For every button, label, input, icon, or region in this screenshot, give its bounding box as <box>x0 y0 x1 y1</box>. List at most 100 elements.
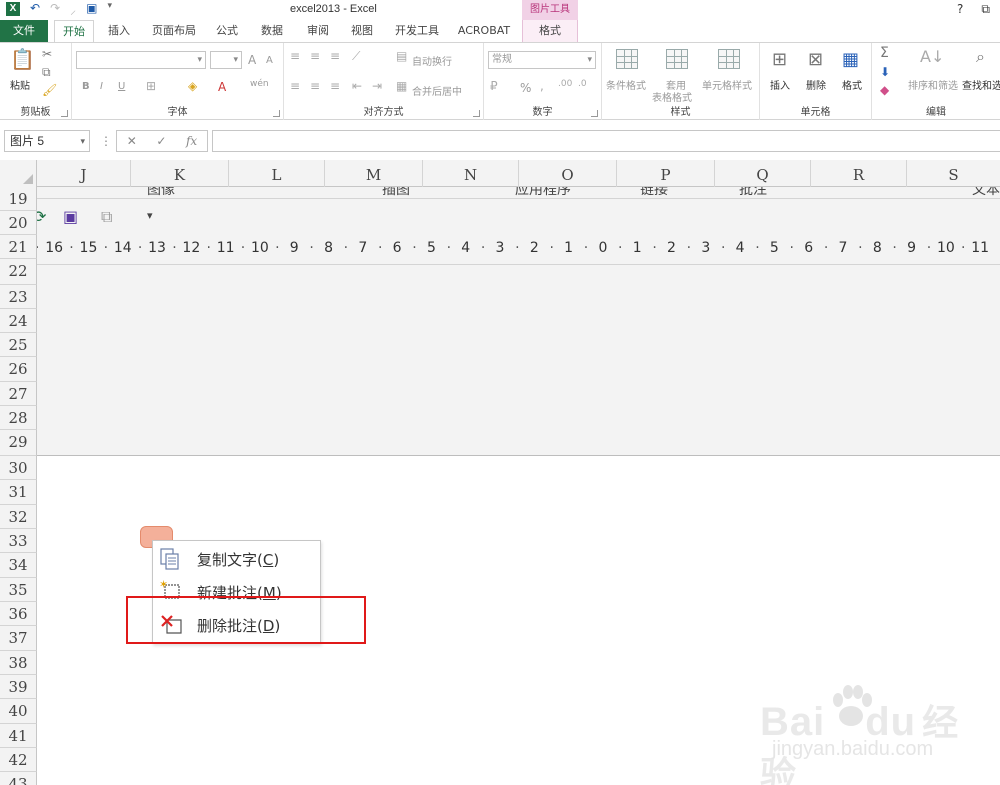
font-size-combo[interactable] <box>210 51 242 69</box>
clear-icon[interactable]: ◆ <box>880 83 889 97</box>
orientation-icon[interactable]: ⟋ <box>352 49 360 64</box>
embedded-picture[interactable]: 图像 插图 应用程序 链接 批注 文本 ⟳ ▣ ⧉ ▾ 161514131211… <box>37 187 1000 456</box>
column-header-n[interactable]: N <box>423 160 519 187</box>
row-header-20[interactable]: 20 <box>0 211 37 235</box>
row-header-43[interactable]: 43 <box>0 772 37 785</box>
underline-button[interactable]: U <box>118 81 125 92</box>
redo-icon[interactable]: ↷ <box>50 1 60 18</box>
row-header-39[interactable]: 39 <box>0 675 37 699</box>
formula-input[interactable] <box>212 130 1000 152</box>
merge-center-button[interactable]: 合并后居中 <box>412 83 462 98</box>
sort-filter-icon[interactable]: A↓ <box>920 47 944 66</box>
grow-font-button[interactable]: A <box>248 53 256 67</box>
tab-view[interactable]: 视图 <box>342 20 382 42</box>
sort-filter-button[interactable]: 排序和筛选 <box>908 77 958 92</box>
border-icon[interactable]: ⊞ <box>146 79 156 93</box>
phonetic-button[interactable]: wén <box>250 79 269 89</box>
row-header-32[interactable]: 32 <box>0 505 37 529</box>
tab-home[interactable]: 开始 <box>54 20 94 42</box>
row-header-40[interactable]: 40 <box>0 699 37 724</box>
insert-cells-button[interactable]: 插入 <box>770 77 790 92</box>
name-box-dropdown-icon[interactable]: ▾ <box>80 131 85 151</box>
increase-decimal-icon[interactable]: .00 <box>558 79 572 89</box>
align-center-icon[interactable]: ≡ <box>310 79 320 93</box>
tab-file[interactable]: 文件 <box>0 20 48 42</box>
copy-icon[interactable]: ⧉ <box>42 65 51 80</box>
tab-format[interactable]: 格式 <box>522 20 578 42</box>
excel-app-icon[interactable]: X <box>6 2 20 16</box>
insert-function-button[interactable]: fx <box>186 134 197 148</box>
clipboard-launcher-icon[interactable] <box>61 110 68 117</box>
paste-icon[interactable]: 📋 <box>10 47 35 71</box>
row-header-25[interactable]: 25 <box>0 333 37 357</box>
confirm-entry-icon[interactable]: ✓ <box>156 134 166 148</box>
format-painter-icon[interactable]: ⸝ <box>70 1 76 18</box>
conditional-formatting-icon[interactable] <box>616 49 638 69</box>
align-left-icon[interactable]: ≡ <box>290 79 300 93</box>
column-header-r[interactable]: R <box>811 160 907 187</box>
column-header-o[interactable]: O <box>519 160 617 187</box>
decrease-indent-icon[interactable]: ⇤ <box>352 79 362 93</box>
autosum-icon[interactable]: Σ <box>880 45 889 61</box>
find-select-icon[interactable]: ⌕ <box>976 47 985 67</box>
row-header-35[interactable]: 35 <box>0 578 37 602</box>
row-header-30[interactable]: 30 <box>0 456 37 480</box>
undo-icon[interactable]: ↶ <box>30 1 40 18</box>
tab-insert[interactable]: 插入 <box>100 20 138 42</box>
format-painter-icon[interactable]: 🖌 <box>42 83 57 97</box>
cancel-entry-icon[interactable]: ✕ <box>127 134 137 148</box>
increase-indent-icon[interactable]: ⇥ <box>372 79 382 93</box>
row-header-27[interactable]: 27 <box>0 382 37 406</box>
currency-icon[interactable]: ₽ <box>490 79 498 93</box>
cell-styles-button[interactable]: 单元格样式 <box>702 77 752 92</box>
row-header-19[interactable]: 19 <box>0 187 37 211</box>
select-all-corner[interactable] <box>0 160 37 187</box>
row-header-29[interactable]: 29 <box>0 430 37 456</box>
shrink-font-button[interactable]: A <box>266 55 273 66</box>
row-header-41[interactable]: 41 <box>0 724 37 748</box>
tab-data[interactable]: 数据 <box>252 20 292 42</box>
row-header-37[interactable]: 37 <box>0 626 37 651</box>
row-header-36[interactable]: 36 <box>0 602 37 626</box>
bold-button[interactable]: B <box>82 81 90 92</box>
row-header-23[interactable]: 23 <box>0 285 37 309</box>
alignment-launcher-icon[interactable] <box>473 110 480 117</box>
conditional-formatting-button[interactable]: 条件格式 <box>606 77 646 92</box>
menu-item-copy-text[interactable]: 复制文字(C) <box>153 543 320 575</box>
format-as-table-line2[interactable]: 表格格式 <box>652 89 692 104</box>
tab-review[interactable]: 审阅 <box>298 20 338 42</box>
number-launcher-icon[interactable] <box>591 110 598 117</box>
cell-styles-icon[interactable] <box>718 49 740 69</box>
tab-formulas[interactable]: 公式 <box>208 20 246 42</box>
tab-developer[interactable]: 开发工具 <box>390 20 444 42</box>
italic-button[interactable]: I <box>100 81 103 92</box>
column-header-j[interactable]: J <box>37 160 131 187</box>
comma-style-icon[interactable]: , <box>540 79 544 93</box>
merge-center-icon[interactable]: ▦ <box>396 79 407 93</box>
column-header-l[interactable]: L <box>229 160 325 187</box>
align-right-icon[interactable]: ≡ <box>330 79 340 93</box>
row-header-26[interactable]: 26 <box>0 357 37 382</box>
column-header-s[interactable]: S <box>907 160 1000 187</box>
font-name-combo[interactable] <box>76 51 206 69</box>
tab-page-layout[interactable]: 页面布局 <box>144 20 204 42</box>
number-format-combo[interactable]: 常规 <box>488 51 596 69</box>
column-header-q[interactable]: Q <box>715 160 811 187</box>
row-header-31[interactable]: 31 <box>0 480 37 505</box>
column-header-m[interactable]: M <box>325 160 423 187</box>
insert-cells-icon[interactable]: ⊞ <box>772 49 787 70</box>
save-icon[interactable]: ▣ <box>86 1 97 18</box>
formula-bar-splitter-icon[interactable]: ⋮ <box>100 134 112 148</box>
customize-qat-icon[interactable]: ▾ <box>107 1 112 18</box>
wrap-text-button[interactable]: 自动换行 <box>412 53 452 68</box>
row-header-33[interactable]: 33 <box>0 529 37 553</box>
percent-button[interactable]: % <box>520 81 531 95</box>
bottom-align-icon[interactable]: ≡ <box>330 49 340 63</box>
cut-icon[interactable]: ✂ <box>42 47 52 61</box>
middle-align-icon[interactable]: ≡ <box>310 49 320 63</box>
tab-acrobat[interactable]: ACROBAT <box>452 20 516 42</box>
row-header-42[interactable]: 42 <box>0 748 37 772</box>
column-header-k[interactable]: K <box>131 160 229 187</box>
format-as-table-icon[interactable] <box>666 49 688 69</box>
row-header-21[interactable]: 21 <box>0 235 37 259</box>
